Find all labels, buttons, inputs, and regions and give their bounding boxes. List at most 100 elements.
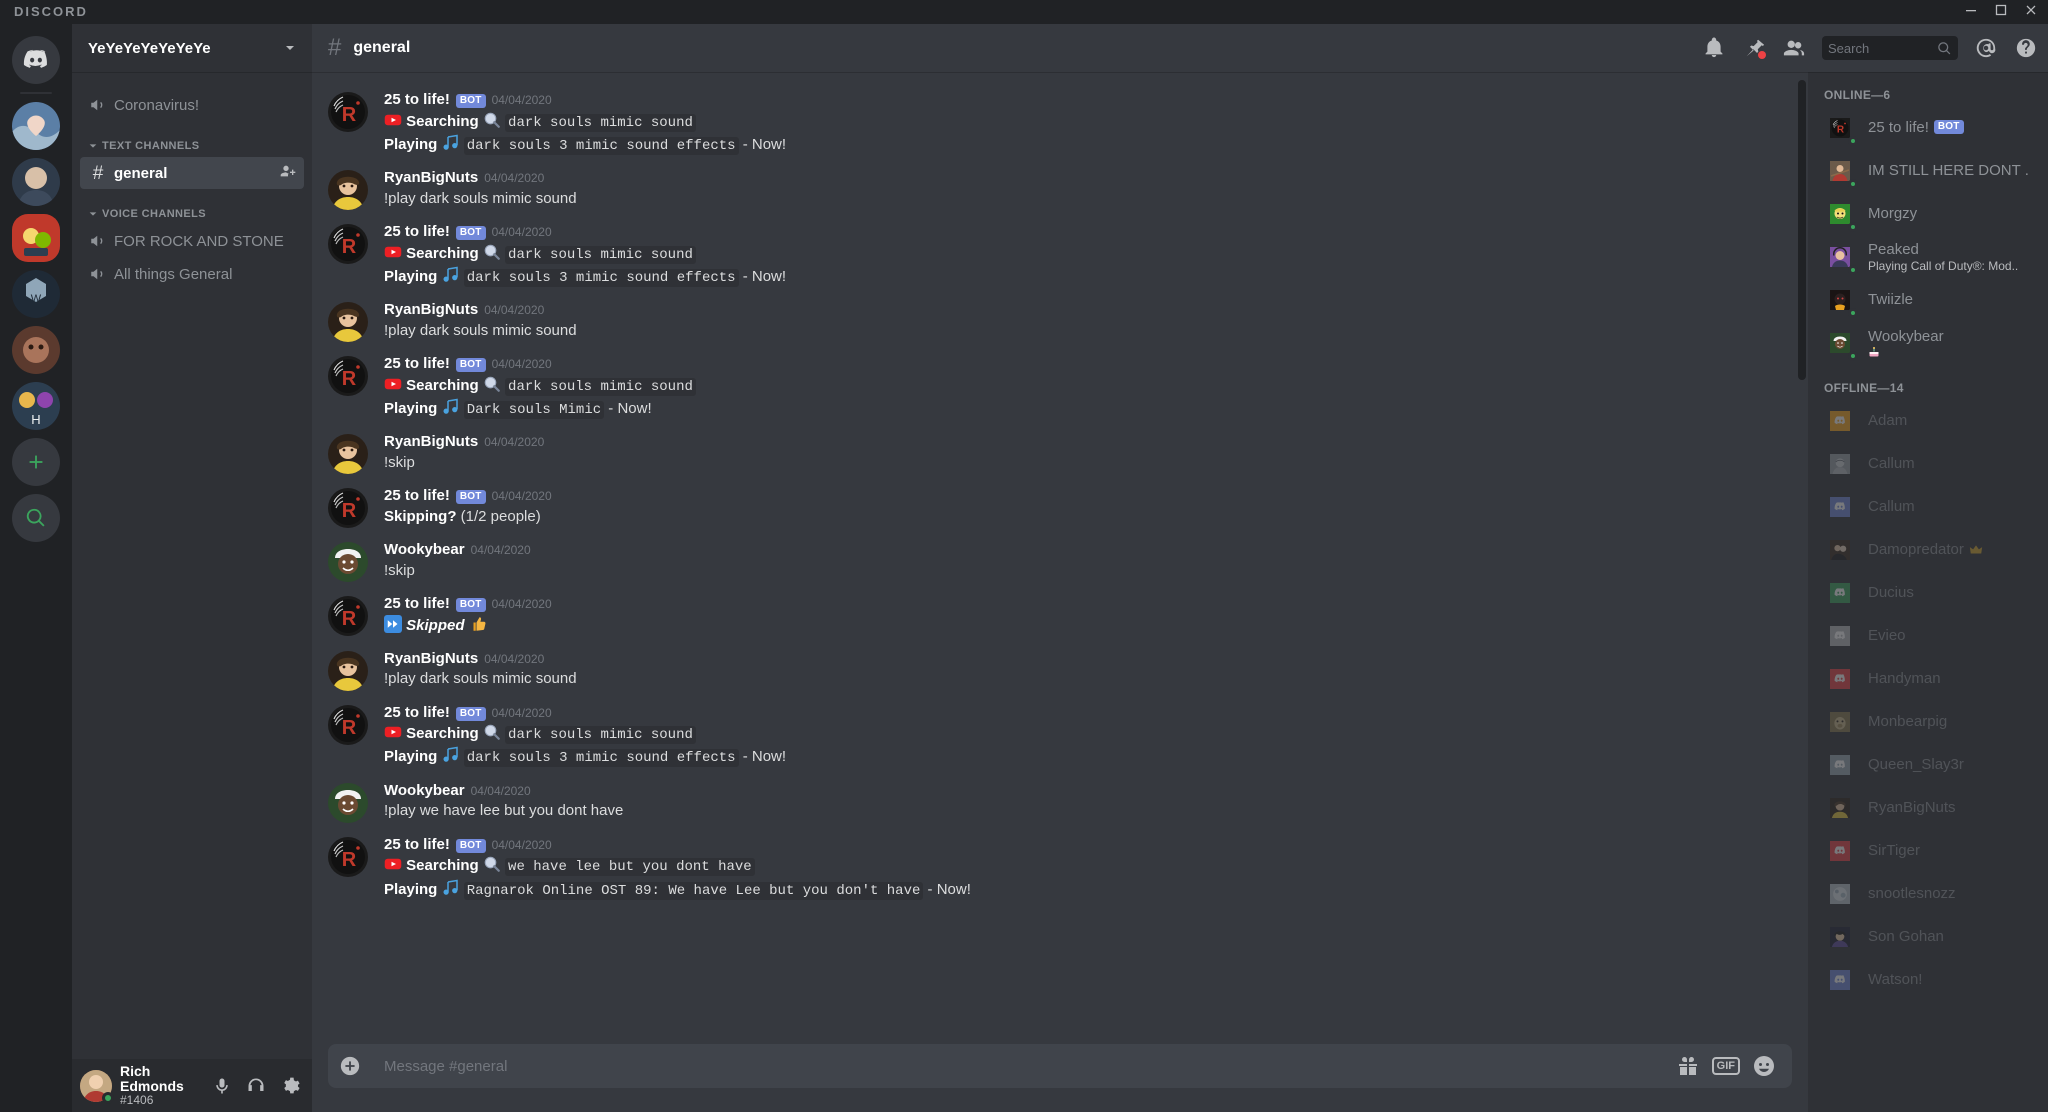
speaker-icon [88, 264, 108, 284]
message-author[interactable]: 25 to life! [384, 222, 450, 242]
music-notes-icon [442, 879, 460, 898]
avatar[interactable] [328, 782, 368, 823]
crown-icon [1969, 541, 1983, 559]
member-category-online: ONLINE—6 [1824, 88, 1891, 102]
mentions-icon[interactable] [1974, 36, 1998, 60]
notification-bell-icon[interactable] [1702, 36, 1726, 60]
avatar[interactable] [328, 302, 368, 343]
server-icon-6[interactable]: H [12, 382, 60, 430]
message-list: R 25 to life! BOT 04/04/2020 Searching dark… [312, 72, 1808, 1044]
pinned-messages-icon[interactable] [1742, 36, 1766, 60]
hash-icon: # [92, 162, 104, 184]
member-list-item[interactable]: RyanBigNuts [1816, 787, 2040, 829]
message-author[interactable]: 25 to life! [384, 90, 450, 110]
scrollbar[interactable] [1798, 72, 1806, 1044]
message-author[interactable]: 25 to life! [384, 835, 450, 855]
message-author[interactable]: RyanBigNuts [384, 300, 478, 320]
home-button[interactable] [12, 36, 60, 84]
server-icon-1[interactable] [12, 102, 60, 150]
avatar [1824, 534, 1856, 566]
avatar[interactable]: R [328, 224, 368, 265]
avatar[interactable] [328, 542, 368, 583]
add-attachment-icon[interactable] [328, 1055, 372, 1077]
avatar[interactable] [80, 1069, 114, 1104]
message-author[interactable]: RyanBigNuts [384, 168, 478, 188]
server-icon-2[interactable] [12, 158, 60, 206]
sidebar-item-for-rock-and-stone[interactable]: FOR ROCK AND STONE [80, 225, 304, 257]
minimize-icon[interactable] [1964, 3, 1978, 17]
member-list-item[interactable]: Watson! [1816, 959, 2040, 1001]
search-input[interactable]: Search [1822, 36, 1958, 60]
help-icon[interactable] [2014, 36, 2038, 60]
avatar[interactable]: R [328, 596, 368, 637]
channel-announcement-label: Coronavirus! [114, 96, 200, 114]
avatar[interactable]: R [328, 92, 368, 132]
user-info[interactable]: Rich Edmonds #1406 [120, 1064, 201, 1108]
member-list-item[interactable]: Son Gohan [1816, 916, 2040, 958]
member-list-item[interactable]: Morgzy [1816, 193, 2040, 235]
message-timestamp: 04/04/2020 [484, 651, 545, 666]
avatar[interactable]: R [328, 356, 368, 397]
message-author[interactable]: 25 to life! [384, 354, 450, 374]
message-author[interactable]: Wookybear [384, 781, 465, 801]
category-voice-channels[interactable]: VOICE CHANNELS [72, 190, 312, 224]
sidebar-item-all-things-general[interactable]: All things General [80, 258, 304, 290]
member-list-item[interactable]: Peaked Playing Call of Duty®: Mod... [1816, 236, 2040, 278]
gear-icon[interactable] [278, 1070, 304, 1102]
server-icon-3[interactable] [12, 214, 60, 262]
member-list-item[interactable]: Twiizle [1816, 279, 2040, 321]
explore-servers-button[interactable] [12, 494, 60, 542]
headphones-icon[interactable] [243, 1070, 269, 1102]
message-author[interactable]: 25 to life! [384, 486, 450, 506]
close-icon[interactable] [2024, 3, 2038, 17]
add-server-button[interactable] [12, 438, 60, 486]
member-list-item[interactable]: Damopredator [1816, 529, 2040, 571]
svg-text:R: R [342, 608, 357, 630]
member-list-icon[interactable] [1782, 36, 1806, 60]
message-author[interactable]: 25 to life! [384, 594, 450, 614]
avatar[interactable] [328, 170, 368, 211]
member-list-item[interactable]: Adam [1816, 400, 2040, 442]
member-name: Wookybear [1868, 328, 1944, 345]
member-list-item[interactable]: Callum [1816, 443, 2040, 485]
member-list-item[interactable]: R 25 to life! BOT [1816, 107, 2040, 149]
member-list-item[interactable]: IM STILL HERE DONT ... [1816, 150, 2040, 192]
avatar[interactable]: R [328, 704, 368, 745]
gift-icon[interactable] [1676, 1054, 1700, 1078]
scrollbar-thumb[interactable] [1798, 80, 1806, 380]
message-author[interactable]: Wookybear [384, 540, 465, 560]
member-list-item[interactable]: SirTiger [1816, 830, 2040, 872]
message-item: R 25 to life! BOT 04/04/2020 Searching dark… [312, 693, 1808, 771]
create-invite-icon[interactable] [280, 163, 296, 183]
avatar[interactable] [328, 434, 368, 475]
svg-text:R: R [342, 717, 357, 739]
inline-code: dark souls 3 mimic sound effects [463, 136, 739, 155]
channel-announcement[interactable]: Coronavirus! [80, 89, 304, 121]
message-input[interactable]: Message #general [384, 1058, 1664, 1075]
member-list-item[interactable]: Wookybear [1816, 322, 2040, 364]
member-list-item[interactable]: Handyman [1816, 658, 2040, 700]
category-text-channels[interactable]: TEXT CHANNELS [72, 122, 312, 156]
message-author[interactable]: RyanBigNuts [384, 432, 478, 452]
avatar[interactable] [328, 650, 368, 691]
member-list-item[interactable]: Callum [1816, 486, 2040, 528]
maximize-icon[interactable] [1994, 3, 2008, 17]
member-list-item[interactable]: snootlesnozz [1816, 873, 2040, 915]
member-list-item[interactable]: Queen_Slay3r [1816, 744, 2040, 786]
avatar[interactable]: R [328, 836, 368, 877]
server-icon-5[interactable] [12, 326, 60, 374]
emoji-icon[interactable] [1752, 1054, 1776, 1078]
sidebar-item-general[interactable]: # general [80, 157, 304, 189]
member-list-item[interactable]: Monbearpig [1816, 701, 2040, 743]
microphone-icon[interactable] [209, 1070, 235, 1102]
message-author[interactable]: RyanBigNuts [384, 649, 478, 669]
avatar[interactable]: R [328, 488, 368, 529]
guild-header[interactable]: YeYeYeYeYeYeYe [72, 24, 312, 72]
member-name: Peaked [1868, 240, 1919, 258]
member-list-item[interactable]: Evieo [1816, 615, 2040, 657]
server-icon-4[interactable]: W [12, 270, 60, 318]
gif-icon[interactable]: GIF [1711, 1056, 1740, 1076]
message-author[interactable]: 25 to life! [384, 703, 450, 723]
member-list-item[interactable]: Ducius [1816, 572, 2040, 614]
avatar [1824, 878, 1856, 910]
